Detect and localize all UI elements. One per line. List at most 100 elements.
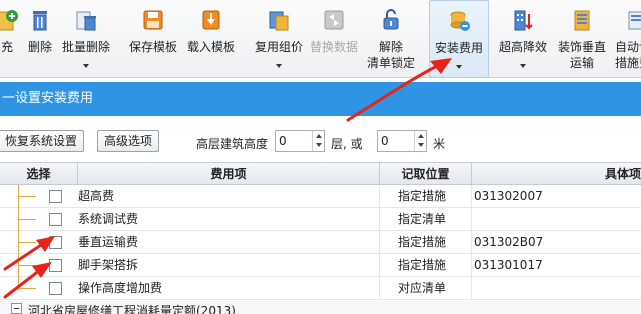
vertical-transport-icon xyxy=(574,10,590,31)
spinner-arrows[interactable] xyxy=(312,131,324,151)
floor-count-spinner[interactable]: 0 xyxy=(275,130,325,152)
chevron-down-icon[interactable] xyxy=(83,64,89,68)
add-label: 充 xyxy=(0,40,13,54)
tree-line xyxy=(18,254,40,277)
height-efficiency-label: 超高降效 xyxy=(498,40,547,54)
auto-measure-icon xyxy=(628,11,641,30)
toolbar: 充 删除 批量删除 保存模板 载入模板 复用组价 替换数据 解除 清单锁定 安装… xyxy=(0,0,641,78)
batch-delete-icon xyxy=(76,11,96,31)
collapse-icon[interactable] xyxy=(11,303,22,314)
save-template-label: 保存模板 xyxy=(128,40,177,54)
replace-data-button[interactable]: 替换数据 xyxy=(307,0,361,78)
fee-item-cell: 系统调试费 xyxy=(78,208,380,231)
auto-measure-button[interactable]: 自动计 措施费 xyxy=(611,0,641,78)
row-checkbox[interactable] xyxy=(49,259,62,272)
tree-line xyxy=(18,231,40,254)
reuse-price-button[interactable]: 复用组价 xyxy=(252,0,306,78)
spin-down-icon[interactable] xyxy=(316,143,322,147)
install-fee-button[interactable]: 安装费用 xyxy=(429,0,489,78)
height-meters-spinner[interactable]: 0 xyxy=(377,130,427,152)
building-height-label: 高层建筑高度 xyxy=(196,137,269,151)
column-header-detail[interactable]: 具体项 xyxy=(472,163,641,185)
fee-item-cell: 垂直运输费 xyxy=(78,231,380,254)
group-label: 河北省房屋修缮工程消耗量定额(2013) xyxy=(28,304,236,314)
chevron-down-icon[interactable] xyxy=(276,64,282,68)
restore-system-settings-button[interactable]: 恢复系统设置 xyxy=(0,130,85,152)
replace-data-icon xyxy=(324,10,344,30)
table-row[interactable]: 脚手架搭拆 指定措施 031301017 xyxy=(0,254,641,277)
tree-line xyxy=(18,208,40,231)
chevron-down-icon[interactable] xyxy=(520,64,526,68)
table-row[interactable]: 垂直运输费 指定措施 031302B07 xyxy=(0,231,641,254)
table-row[interactable]: 操作高度增加费 对应清单 xyxy=(0,277,641,300)
delete-label: 删除 xyxy=(27,40,52,54)
spin-down-icon[interactable] xyxy=(418,143,424,147)
reuse-price-icon xyxy=(269,11,289,31)
row-checkbox[interactable] xyxy=(49,282,62,295)
table-row[interactable]: 系统调试费 指定清单 xyxy=(0,208,641,231)
save-template-button[interactable]: 保存模板 xyxy=(126,0,180,78)
spin-up-icon[interactable] xyxy=(316,134,322,138)
delete-icon xyxy=(33,11,47,31)
auto-measure-label: 自动计 xyxy=(615,40,641,54)
batch-delete-button[interactable]: 批量删除 xyxy=(58,0,114,78)
install-fee-icon xyxy=(450,11,470,31)
spin-up-icon[interactable] xyxy=(418,134,424,138)
advanced-options-button[interactable]: 高级选项 xyxy=(97,130,160,152)
vertical-transport-label-2: 运输 xyxy=(569,56,594,70)
fee-item-cell: 操作高度增加费 xyxy=(78,277,380,300)
tree-line xyxy=(18,277,40,300)
table-row[interactable]: 超高费 指定措施 031302007 xyxy=(0,185,641,208)
floor-count-value: 0 xyxy=(279,134,287,148)
position-cell[interactable]: 对应清单 xyxy=(380,277,472,300)
unlock-label: 解除 xyxy=(378,40,403,54)
detail-cell[interactable] xyxy=(472,208,641,231)
spinner-arrows[interactable] xyxy=(414,131,426,151)
floor-or-label: 层, 或 xyxy=(331,137,363,151)
options-row: 恢复系统设置 高级选项 高层建筑高度 0 层, 或 0 米 xyxy=(0,126,641,156)
install-fee-label: 安装费用 xyxy=(434,41,483,55)
chevron-down-icon[interactable] xyxy=(456,65,462,69)
replace-data-label: 替换数据 xyxy=(309,40,358,54)
vertical-transport-button[interactable]: 装饰垂直 运输 xyxy=(553,0,611,78)
add-button[interactable]: 充 xyxy=(0,0,20,78)
unlock-label-2: 清单锁定 xyxy=(366,56,415,70)
column-header-select[interactable]: 选择 xyxy=(0,163,78,185)
tree-line xyxy=(18,185,40,208)
grid-header: 选择 费用项 记取位置 具体项 xyxy=(0,163,641,185)
position-cell[interactable]: 指定措施 xyxy=(380,185,472,208)
fee-grid: 选择 费用项 记取位置 具体项 超高费 指定措施 031302007 系统调试费… xyxy=(0,162,641,314)
unlock-icon xyxy=(383,9,399,30)
delete-button[interactable]: 删除 xyxy=(24,0,56,78)
height-efficiency-button[interactable]: 超高降效 xyxy=(495,0,551,78)
load-template-label: 载入模板 xyxy=(186,40,235,54)
group-row[interactable]: 河北省房屋修缮工程消耗量定额(2013) xyxy=(0,301,641,314)
row-checkbox[interactable] xyxy=(49,213,62,226)
vertical-transport-label: 装饰垂直 xyxy=(557,40,606,54)
dialog-title: 一设置安装费用 xyxy=(0,82,641,116)
batch-delete-label: 批量删除 xyxy=(61,40,110,54)
row-checkbox[interactable] xyxy=(49,190,62,203)
meters-unit-label: 米 xyxy=(433,137,446,151)
column-header-position[interactable]: 记取位置 xyxy=(380,163,472,185)
fee-item-cell: 脚手架搭拆 xyxy=(78,254,380,277)
fee-item-cell: 超高费 xyxy=(78,185,380,208)
reuse-price-label: 复用组价 xyxy=(254,40,303,54)
position-cell[interactable]: 指定清单 xyxy=(380,208,472,231)
detail-cell[interactable]: 031302B07 xyxy=(472,231,641,254)
detail-cell[interactable]: 031301017 xyxy=(472,254,641,277)
auto-measure-label-2: 措施费 xyxy=(615,56,641,70)
save-template-icon xyxy=(143,10,163,30)
height-efficiency-icon xyxy=(514,10,533,31)
position-cell[interactable]: 指定措施 xyxy=(380,254,472,277)
position-cell[interactable]: 指定措施 xyxy=(380,231,472,254)
column-header-fee-item[interactable]: 费用项 xyxy=(78,163,380,185)
load-template-icon xyxy=(202,10,220,30)
row-checkbox[interactable] xyxy=(49,236,62,249)
detail-cell[interactable] xyxy=(472,277,641,300)
detail-cell[interactable]: 031302007 xyxy=(472,185,641,208)
height-meters-value: 0 xyxy=(381,134,389,148)
unlock-list-button[interactable]: 解除 清单锁定 xyxy=(364,0,418,78)
add-icon xyxy=(0,10,18,31)
load-template-button[interactable]: 载入模板 xyxy=(184,0,238,78)
